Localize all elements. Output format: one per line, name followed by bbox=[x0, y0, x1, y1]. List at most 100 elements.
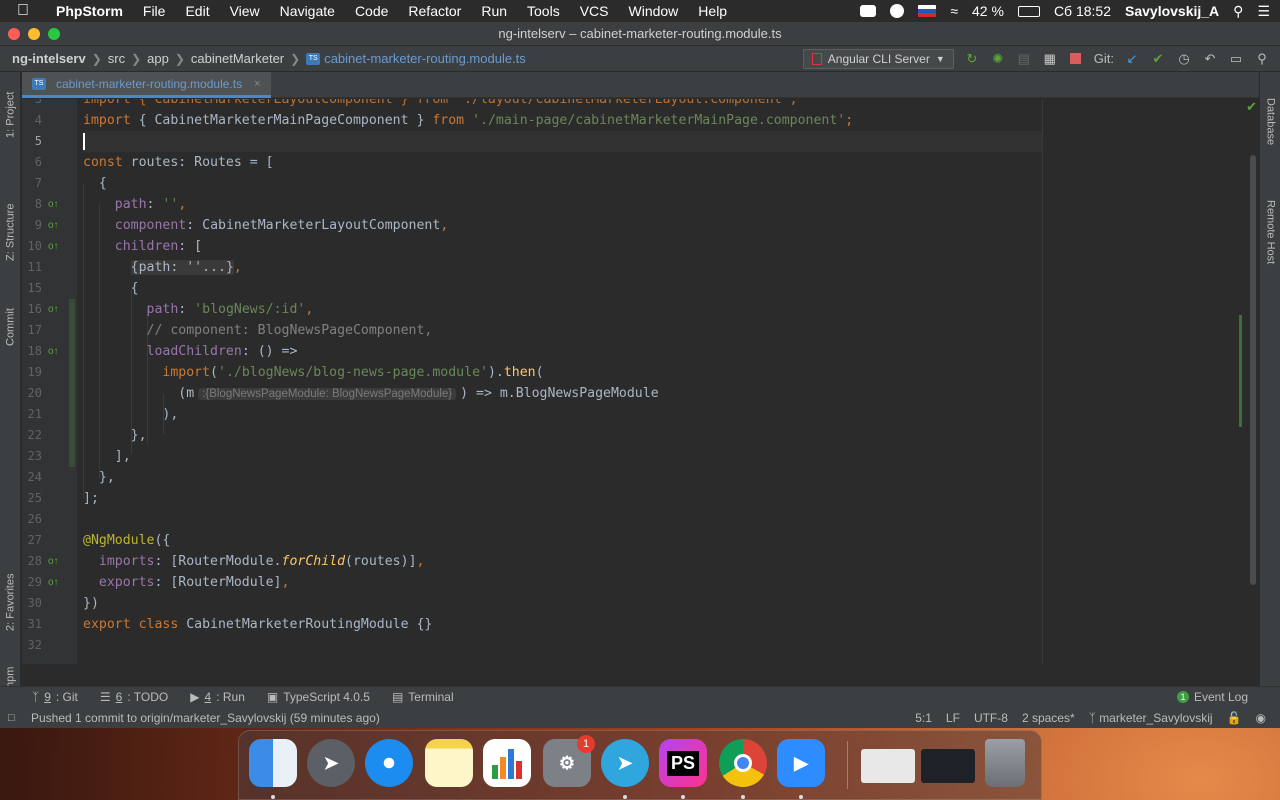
breadcrumb-app[interactable]: app bbox=[147, 51, 169, 66]
tab-database[interactable]: Database bbox=[1260, 82, 1280, 162]
implements-marker-icon[interactable]: o↑ bbox=[48, 236, 59, 257]
line-number[interactable]: 9 bbox=[22, 215, 42, 236]
indent-setting[interactable]: 2 spaces* bbox=[1022, 711, 1075, 725]
line-number[interactable]: 16 bbox=[22, 299, 42, 320]
line-number[interactable]: 22 bbox=[22, 425, 42, 446]
user-name[interactable]: Savylovskij_A bbox=[1125, 3, 1219, 19]
notes-icon[interactable] bbox=[425, 739, 473, 787]
menu-edit[interactable]: Edit bbox=[175, 3, 219, 19]
profile-icon[interactable]: ▦ bbox=[1042, 51, 1058, 67]
minimized-chrome-window[interactable] bbox=[861, 749, 915, 783]
zoom-status-icon[interactable] bbox=[860, 5, 877, 17]
tool-window-todo[interactable]: ☰ 6: TODO bbox=[100, 690, 168, 704]
line-number[interactable]: 20 bbox=[22, 383, 42, 404]
chrome-icon[interactable] bbox=[719, 739, 767, 787]
rollback-icon[interactable]: ↶ bbox=[1202, 51, 1218, 67]
menu-vcs[interactable]: VCS bbox=[570, 3, 619, 19]
line-separator[interactable]: LF bbox=[946, 711, 960, 725]
event-log-button[interactable]: 1 Event Log bbox=[1176, 690, 1248, 704]
line-number[interactable]: 24 bbox=[22, 467, 42, 488]
clock[interactable]: Сб 18:52 bbox=[1054, 3, 1111, 19]
line-number[interactable]: 25 bbox=[22, 488, 42, 509]
tool-window-terminal[interactable]: ▤ Terminal bbox=[392, 690, 454, 704]
telegram-status-icon[interactable] bbox=[890, 4, 905, 18]
keyboard-layout-icon[interactable] bbox=[918, 5, 937, 17]
line-number[interactable]: 28 bbox=[22, 551, 42, 572]
implements-marker-icon[interactable]: o↑ bbox=[48, 551, 59, 572]
system-preferences-icon[interactable]: ⚙ 1 bbox=[543, 735, 595, 787]
tool-window-run[interactable]: ▶ 4: Run bbox=[190, 690, 245, 704]
breadcrumb-src[interactable]: src bbox=[108, 51, 125, 66]
implements-marker-icon[interactable]: o↑ bbox=[48, 572, 59, 593]
menu-file[interactable]: File bbox=[133, 3, 176, 19]
git-branch-widget[interactable]: ᛉ marketer_Savylovskij bbox=[1089, 711, 1213, 725]
line-number[interactable]: 23 bbox=[22, 446, 42, 467]
line-number[interactable]: 27 bbox=[22, 530, 42, 551]
line-number[interactable]: 11 bbox=[22, 257, 42, 278]
line-number[interactable]: 3 bbox=[22, 99, 42, 110]
line-number[interactable]: 21 bbox=[22, 404, 42, 425]
app-menu[interactable]: PhpStorm bbox=[46, 3, 133, 19]
line-number[interactable]: 19 bbox=[22, 362, 42, 383]
menu-view[interactable]: View bbox=[220, 3, 270, 19]
menu-code[interactable]: Code bbox=[345, 3, 398, 19]
debug-icon[interactable]: ✺ bbox=[990, 51, 1006, 67]
folded-region[interactable]: {path: ''...} bbox=[130, 260, 234, 275]
history-icon[interactable]: ◷ bbox=[1176, 51, 1192, 67]
line-number[interactable]: 7 bbox=[22, 173, 42, 194]
safari-icon[interactable] bbox=[365, 739, 413, 787]
caret-position[interactable]: 5:1 bbox=[915, 711, 932, 725]
run-configuration-select[interactable]: Angular CLI Server ▼ bbox=[802, 48, 954, 69]
git-commit-icon[interactable]: ✔ bbox=[1150, 51, 1166, 67]
line-number[interactable]: 5 bbox=[22, 131, 42, 152]
wifi-icon[interactable]: ≈ bbox=[950, 3, 958, 19]
implements-marker-icon[interactable]: o↑ bbox=[48, 299, 59, 320]
menu-run[interactable]: Run bbox=[471, 3, 517, 19]
line-number[interactable]: 26 bbox=[22, 509, 42, 530]
tab-commit[interactable]: Commit bbox=[0, 292, 21, 362]
inspector-icon[interactable]: ◉ bbox=[1256, 711, 1266, 725]
menu-window[interactable]: Window bbox=[619, 3, 689, 19]
battery-icon[interactable] bbox=[1017, 5, 1040, 17]
tool-window-typescript[interactable]: ▣ TypeScript 4.0.5 bbox=[267, 690, 370, 704]
lock-icon[interactable]: 🔓 bbox=[1227, 711, 1242, 725]
menu-help[interactable]: Help bbox=[688, 3, 737, 19]
line-number[interactable]: 10 bbox=[22, 236, 42, 257]
coverage-icon[interactable]: ▤ bbox=[1016, 51, 1032, 67]
minimized-telegram-window[interactable] bbox=[921, 749, 975, 783]
tool-window-git[interactable]: ᛉ 9: Git bbox=[32, 690, 78, 704]
line-number[interactable]: 4 bbox=[22, 110, 42, 131]
control-center-icon[interactable]: ☰ bbox=[1257, 3, 1270, 20]
finder-icon[interactable] bbox=[249, 739, 297, 787]
menu-tools[interactable]: Tools bbox=[517, 3, 570, 19]
launchpad-icon[interactable]: ➤ bbox=[307, 739, 355, 787]
implements-marker-icon[interactable]: o↑ bbox=[48, 194, 59, 215]
implements-marker-icon[interactable]: o↑ bbox=[48, 341, 59, 362]
stop-icon[interactable] bbox=[1068, 51, 1084, 67]
line-number[interactable]: 29 bbox=[22, 572, 42, 593]
breadcrumb-file[interactable]: cabinet-marketer-routing.module.ts bbox=[324, 51, 526, 66]
telegram-icon[interactable]: ➤ bbox=[601, 739, 649, 787]
spotlight-search-icon[interactable]: ⚲ bbox=[1233, 3, 1243, 20]
editor-tab-routing-module[interactable]: TS cabinet-marketer-routing.module.ts × bbox=[22, 72, 271, 98]
line-number[interactable]: 30 bbox=[22, 593, 42, 614]
file-encoding[interactable]: UTF-8 bbox=[974, 711, 1008, 725]
line-number[interactable]: 6 bbox=[22, 152, 42, 173]
menu-navigate[interactable]: Navigate bbox=[270, 3, 345, 19]
search-icon[interactable]: ⚲ bbox=[1254, 51, 1270, 67]
menu-refactor[interactable]: Refactor bbox=[398, 3, 471, 19]
git-update-icon[interactable]: ↙ bbox=[1124, 51, 1140, 67]
line-number[interactable]: 17 bbox=[22, 320, 42, 341]
tab-remote-host[interactable]: Remote Host bbox=[1260, 182, 1280, 282]
zoom-icon[interactable]: ▶ bbox=[777, 739, 825, 787]
battery-percent[interactable]: 42 % bbox=[972, 3, 1004, 19]
rerun-icon[interactable]: ↻ bbox=[964, 51, 980, 67]
line-number[interactable]: 31 bbox=[22, 614, 42, 635]
status-message[interactable]: Pushed 1 commit to origin/marketer_Savyl… bbox=[31, 711, 380, 725]
line-number[interactable]: 18 bbox=[22, 341, 42, 362]
tab-project[interactable]: 1: Project bbox=[0, 80, 21, 150]
phpstorm-icon[interactable]: PS bbox=[659, 739, 707, 787]
line-number[interactable]: 32 bbox=[22, 635, 42, 656]
line-number[interactable]: 8 bbox=[22, 194, 42, 215]
breadcrumb-cabinet-marketer[interactable]: cabinetMarketer bbox=[191, 51, 284, 66]
